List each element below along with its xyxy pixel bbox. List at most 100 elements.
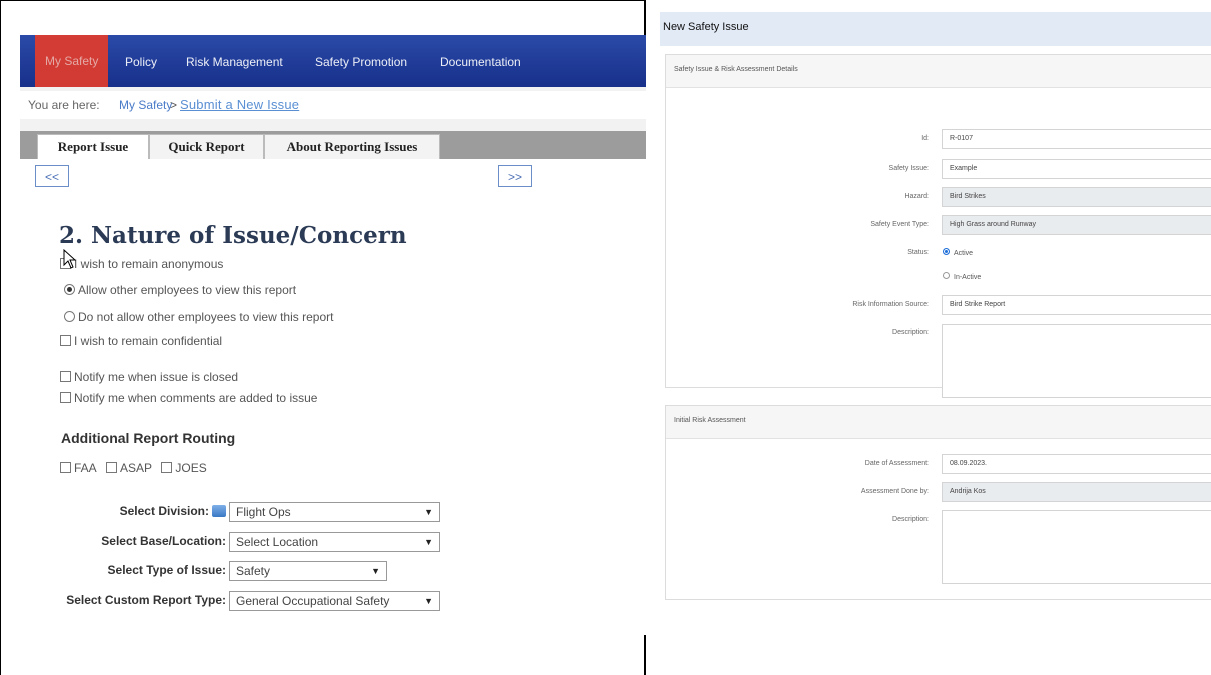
routing-faa[interactable]: FAA — [60, 461, 97, 475]
event-type-field[interactable]: High Grass around Runway — [942, 215, 1211, 235]
status-inactive-option[interactable]: In-Active — [943, 272, 981, 281]
hazard-field[interactable]: Bird Strikes — [942, 187, 1211, 207]
base-location-select[interactable]: Select Location ▼ — [229, 532, 440, 552]
chevron-down-icon: ▼ — [424, 507, 433, 517]
confidential-checkbox[interactable] — [60, 335, 71, 346]
details-panel-header: Safety Issue & Risk Assessment Details — [666, 55, 1211, 88]
description-label: Description: — [892, 329, 929, 336]
risk-source-field[interactable]: Bird Strike Report — [942, 295, 1211, 315]
initial-risk-panel: Initial Risk Assessment Date of Assessme… — [665, 405, 1211, 600]
tab-strip: Report Issue Quick Report About Reportin… — [20, 131, 646, 160]
division-label: Select Division: — [120, 504, 226, 518]
assessment-date-label: Date of Assessment: — [864, 460, 929, 467]
new-safety-issue-form: New Safety Issue Safety Issue & Risk Ass… — [660, 12, 1211, 675]
base-location-value: Select Location — [236, 535, 319, 549]
routing-options: FAA ASAP JOES — [60, 461, 213, 475]
chevron-down-icon: ▼ — [424, 537, 433, 547]
routing-faa-label: FAA — [74, 461, 97, 475]
status-inactive-radio[interactable] — [943, 272, 950, 279]
confidential-option[interactable]: I wish to remain confidential — [60, 333, 222, 349]
routing-faa-checkbox[interactable] — [60, 462, 71, 473]
mouse-cursor-icon — [63, 249, 77, 269]
description-textarea[interactable] — [942, 324, 1211, 398]
assessment-description-textarea[interactable] — [942, 510, 1211, 584]
disallow-view-option[interactable]: Do not allow other employees to view thi… — [64, 309, 333, 325]
form-title: New Safety Issue — [663, 21, 749, 33]
routing-asap-checkbox[interactable] — [106, 462, 118, 473]
legacy-report-form: My Safety Policy Risk Management Safety … — [20, 35, 646, 635]
form-header: New Safety Issue — [660, 12, 1211, 46]
routing-joes-checkbox[interactable] — [161, 462, 173, 473]
nav-my-safety[interactable]: My Safety — [35, 35, 109, 87]
notify-comments-option[interactable]: Notify me when comments are added to iss… — [60, 390, 317, 406]
nav-policy[interactable]: Policy — [125, 55, 157, 69]
safety-issue-label: Safety Issue: — [888, 165, 929, 172]
base-location-label: Select Base/Location: — [101, 534, 226, 548]
issue-type-value: Safety — [236, 564, 271, 578]
chevron-down-icon: ▼ — [371, 566, 380, 576]
nav-safety-promotion[interactable]: Safety Promotion — [315, 55, 407, 69]
assessment-date-field[interactable]: 08.09.2023. — [942, 454, 1211, 474]
division-info-icon[interactable] — [212, 505, 226, 517]
breadcrumb-prefix: You are here: — [28, 98, 100, 112]
notify-closed-label: Notify me when issue is closed — [74, 370, 239, 384]
status-inactive-label: In-Active — [954, 274, 982, 281]
status-active-label: Active — [954, 250, 974, 257]
breadcrumb-current[interactable]: Submit a New Issue — [180, 91, 299, 119]
issue-type-label: Select Type of Issue: — [107, 563, 226, 577]
id-label: Id: — [921, 135, 929, 142]
notify-comments-checkbox[interactable] — [60, 392, 71, 403]
routing-title: Additional Report Routing — [61, 430, 236, 446]
allow-view-label: Allow other employees to view this repor… — [78, 283, 297, 297]
status-label: Status: — [907, 249, 929, 256]
disallow-view-radio[interactable] — [64, 311, 75, 322]
breadcrumb-my-safety-link[interactable]: My Safety — [119, 91, 172, 119]
next-button[interactable]: >> — [498, 165, 532, 187]
risk-source-label: Risk Information Source: — [852, 301, 929, 308]
breadcrumb: You are here: My Safety > Submit a New I… — [20, 91, 646, 119]
routing-joes-label: JOES — [175, 461, 207, 475]
tab-quick-report[interactable]: Quick Report — [149, 134, 264, 159]
status-active-radio[interactable] — [943, 248, 950, 255]
chevron-down-icon: ▼ — [424, 596, 433, 606]
anonymous-option[interactable]: I wish to remain anonymous — [60, 256, 223, 272]
notify-closed-option[interactable]: Notify me when issue is closed — [60, 369, 238, 385]
nav-risk-management[interactable]: Risk Management — [186, 55, 283, 69]
notify-closed-checkbox[interactable] — [60, 371, 71, 382]
routing-asap-label: ASAP — [120, 461, 153, 475]
status-active-option[interactable]: Active — [943, 248, 973, 257]
routing-asap[interactable]: ASAP — [106, 461, 152, 475]
division-value: Flight Ops — [236, 505, 291, 519]
custom-report-type-label: Select Custom Report Type: — [66, 593, 226, 607]
notify-comments-label: Notify me when comments are added to iss… — [74, 391, 318, 405]
details-panel: Safety Issue & Risk Assessment Details I… — [665, 54, 1211, 398]
allow-view-radio[interactable] — [64, 284, 75, 295]
section-title: 2. Nature of Issue/Concern — [59, 222, 407, 249]
form-body: << >> 2. Nature of Issue/Concern I wish … — [20, 159, 646, 635]
initial-risk-panel-header: Initial Risk Assessment — [666, 406, 1211, 439]
confidential-label: I wish to remain confidential — [74, 334, 223, 348]
custom-report-type-value: General Occupational Safety — [236, 594, 390, 608]
assessment-by-field[interactable]: Andrija Kos — [942, 482, 1211, 502]
disallow-view-label: Do not allow other employees to view thi… — [78, 310, 334, 324]
division-select[interactable]: Flight Ops ▼ — [229, 502, 440, 522]
safety-issue-field[interactable]: Example — [942, 159, 1211, 179]
event-type-label: Safety Event Type: — [870, 221, 929, 228]
details-heading: Safety Issue & Risk Assessment Details — [674, 66, 798, 73]
hazard-label: Hazard: — [904, 193, 929, 200]
main-nav: My Safety Policy Risk Management Safety … — [20, 35, 646, 87]
initial-risk-heading: Initial Risk Assessment — [674, 417, 746, 424]
id-field[interactable]: R-0107 — [942, 129, 1211, 149]
prev-button[interactable]: << — [35, 165, 69, 187]
division-label-text: Select Division: — [119, 504, 209, 518]
assessment-by-label: Assessment Done by: — [860, 488, 929, 495]
breadcrumb-separator: > — [170, 98, 178, 112]
nav-documentation[interactable]: Documentation — [440, 55, 521, 69]
tab-report-issue[interactable]: Report Issue — [37, 134, 149, 160]
custom-report-type-select[interactable]: General Occupational Safety ▼ — [229, 591, 440, 611]
routing-joes[interactable]: JOES — [161, 461, 207, 475]
issue-type-select[interactable]: Safety ▼ — [229, 561, 387, 581]
anonymous-label: I wish to remain anonymous — [74, 257, 224, 271]
tab-about-reporting-issues[interactable]: About Reporting Issues — [264, 134, 440, 159]
allow-view-option[interactable]: Allow other employees to view this repor… — [64, 282, 296, 298]
